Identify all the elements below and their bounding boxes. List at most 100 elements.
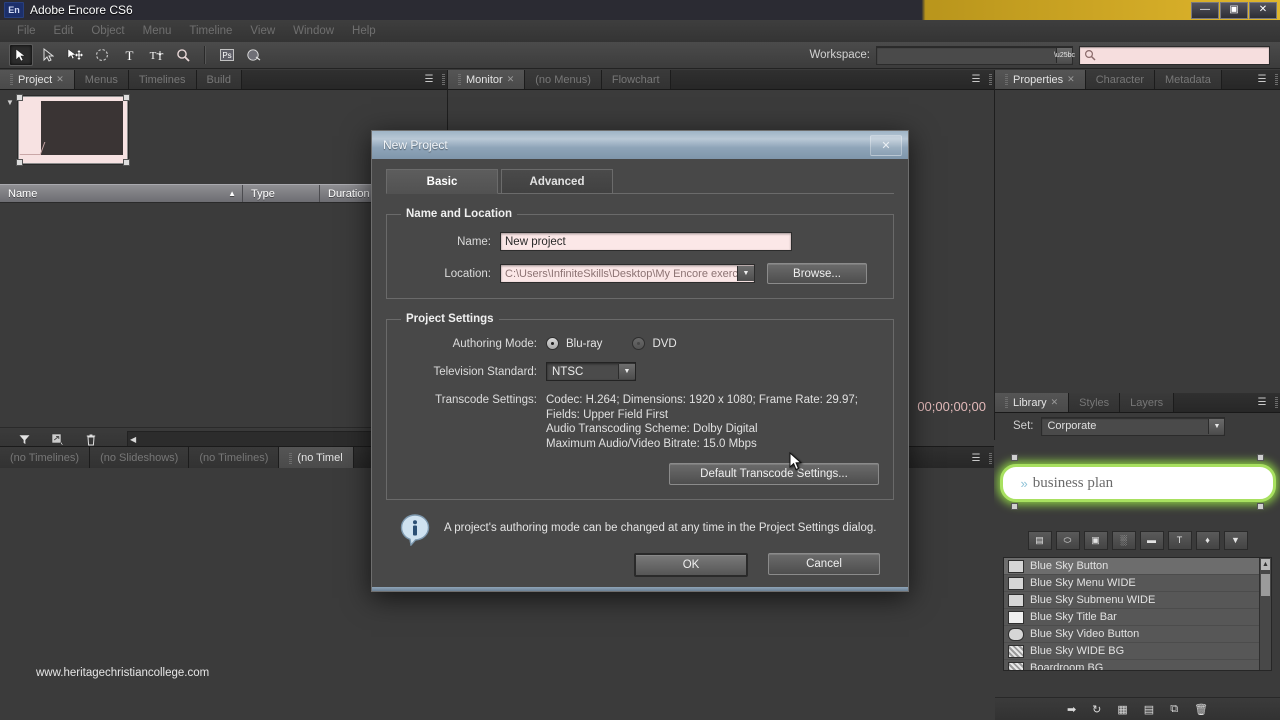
tab-menus[interactable]: Menus (74, 70, 129, 89)
menu-view[interactable]: View (241, 23, 284, 39)
menu-menu[interactable]: Menu (134, 23, 181, 39)
move-tool-icon[interactable] (63, 44, 87, 66)
menu-file[interactable]: File (8, 23, 45, 39)
menu-timeline[interactable]: Timeline (180, 23, 241, 39)
project-name-input[interactable] (501, 234, 791, 249)
panel-menu-icon[interactable]: ☰ (965, 70, 987, 89)
chevron-down-icon[interactable]: ▼ (737, 266, 754, 281)
tab-project[interactable]: Project ✕ (0, 70, 75, 89)
filter-menus-icon[interactable]: ▤ (1027, 530, 1052, 550)
filter-replacement-icon[interactable]: ▼ (1223, 530, 1248, 550)
filter-images-icon[interactable]: ▣ (1083, 530, 1108, 550)
new-item-button[interactable]: ▦ (1117, 703, 1127, 716)
text-tool-icon[interactable]: T (117, 44, 141, 66)
close-icon[interactable]: ✕ (507, 74, 515, 85)
panel-resize-grip[interactable] (987, 70, 994, 89)
panel-menu-icon[interactable]: ☰ (1251, 393, 1273, 412)
filter-backgrounds-icon[interactable]: ░ (1111, 530, 1136, 550)
library-scrollbar[interactable]: ▲ (1259, 558, 1271, 670)
tab-no-timelines-3[interactable]: (no Timel (279, 447, 354, 469)
radio-dvd[interactable]: DVD (632, 337, 677, 350)
cancel-button[interactable]: Cancel (768, 553, 880, 575)
tab-metadata[interactable]: Metadata (1154, 70, 1222, 89)
column-header-name[interactable]: Name ▲ (0, 185, 243, 202)
project-name-field[interactable] (500, 232, 792, 251)
workspace-select[interactable]: \u25bc (876, 45, 1075, 65)
menu-edit[interactable]: Edit (45, 23, 83, 39)
tab-character[interactable]: Character (1085, 70, 1155, 89)
menu-object[interactable]: Object (82, 23, 133, 39)
tab-no-menus[interactable]: (no Menus) (525, 70, 602, 89)
list-item[interactable]: Boardroom BG (1004, 660, 1271, 670)
tab-build[interactable]: Build (196, 70, 242, 89)
list-item[interactable]: Blue Sky Video Button (1004, 626, 1271, 643)
place-button[interactable]: ➡ (1067, 703, 1076, 716)
tab-properties[interactable]: Properties ✕ (995, 70, 1086, 89)
radio-dvd-indicator[interactable] (632, 337, 646, 350)
library-asset-list[interactable]: Blue Sky Button Blue Sky Menu WIDE Blue … (1003, 557, 1272, 671)
new-item-icon[interactable] (51, 433, 65, 446)
tab-advanced[interactable]: Advanced (501, 169, 613, 193)
direct-select-tool-icon[interactable] (36, 44, 60, 66)
search-field[interactable] (1079, 45, 1270, 65)
dialog-close-icon[interactable]: ✕ (870, 135, 902, 156)
column-header-type[interactable]: Type (243, 185, 320, 202)
duplicate-button[interactable]: ⧉ (1170, 703, 1178, 716)
tab-no-timelines-1[interactable]: (no Timelines) (0, 447, 91, 469)
tab-basic[interactable]: Basic (386, 169, 498, 194)
panel-menu-icon[interactable]: ☰ (1251, 70, 1273, 89)
close-icon[interactable]: ✕ (1051, 397, 1059, 408)
panel-resize-grip[interactable] (1273, 393, 1280, 412)
filter-text-icon[interactable]: T (1167, 530, 1192, 550)
tab-flowchart[interactable]: Flowchart (601, 70, 671, 89)
selection-tool-icon[interactable] (9, 44, 33, 66)
chevron-down-icon[interactable]: ▼ (1208, 418, 1225, 434)
panel-resize-grip[interactable] (987, 447, 994, 469)
close-icon[interactable]: ✕ (56, 74, 64, 85)
new-menu-button[interactable]: ▤ (1144, 703, 1154, 716)
tab-timelines[interactable]: Timelines (128, 70, 197, 89)
minimize-button[interactable]: — (1191, 1, 1219, 19)
ok-button[interactable]: OK (634, 553, 748, 577)
television-standard-select[interactable]: NTSC ▼ (546, 362, 636, 381)
search-input[interactable] (1100, 48, 1254, 62)
replace-button[interactable]: ↻ (1092, 703, 1101, 716)
delete-trash-icon[interactable] (85, 433, 97, 446)
list-item[interactable]: Blue Sky Title Bar (1004, 609, 1271, 626)
panel-menu-icon[interactable]: ☰ (418, 70, 440, 89)
tab-layers[interactable]: Layers (1120, 393, 1175, 412)
chevron-down-icon[interactable]: \u25bc (1054, 47, 1075, 63)
tab-no-timelines-2[interactable]: (no Timelines) (189, 447, 280, 469)
set-select[interactable]: Corporate ▼ (1041, 416, 1226, 436)
delete-button[interactable]: 🗑 (1194, 703, 1208, 716)
preview-tool-icon[interactable] (242, 44, 266, 66)
radio-bluray[interactable]: Blu-ray (546, 337, 602, 350)
monitor-timecode[interactable]: 00;00;00;00 (917, 399, 986, 414)
tab-monitor[interactable]: Monitor ✕ (448, 70, 526, 89)
list-item[interactable]: Blue Sky Submenu WIDE (1004, 592, 1271, 609)
tab-styles[interactable]: Styles (1069, 393, 1121, 412)
menu-help[interactable]: Help (343, 23, 385, 39)
list-item[interactable]: Blue Sky Button (1004, 558, 1271, 575)
maximize-button[interactable]: ▣ (1220, 1, 1248, 19)
list-item[interactable]: Blue Sky WIDE BG (1004, 643, 1271, 660)
panel-resize-grip[interactable] (1273, 70, 1280, 89)
filter-layersets-icon[interactable]: ▬ (1139, 530, 1164, 550)
list-item[interactable]: Blue Sky Menu WIDE (1004, 575, 1271, 592)
tab-library[interactable]: Library ✕ (995, 393, 1070, 412)
scroll-up-icon[interactable]: ▲ (1261, 559, 1270, 570)
tab-no-slideshows[interactable]: (no Slideshows) (90, 447, 190, 469)
filter-buttons-icon[interactable]: ⬭ (1055, 530, 1080, 550)
disclosure-triangle-icon[interactable]: ▼ (6, 96, 18, 184)
photoshop-tool-icon[interactable]: Ps (215, 44, 239, 66)
sort-ascending-icon[interactable]: ▲ (228, 189, 236, 198)
location-combo[interactable]: C:\Users\InfiniteSkills\Desktop\My Encor… (500, 264, 755, 283)
zoom-tool-icon[interactable] (171, 44, 195, 66)
chevron-down-icon[interactable]: ▼ (618, 364, 635, 379)
close-icon[interactable]: ✕ (1067, 74, 1075, 85)
menu-window[interactable]: Window (284, 23, 343, 39)
panel-menu-icon[interactable]: ☰ (965, 447, 987, 469)
scroll-left-icon[interactable]: ◀ (130, 435, 136, 444)
rotate-tool-icon[interactable] (90, 44, 114, 66)
project-thumbnail[interactable] (16, 94, 130, 166)
